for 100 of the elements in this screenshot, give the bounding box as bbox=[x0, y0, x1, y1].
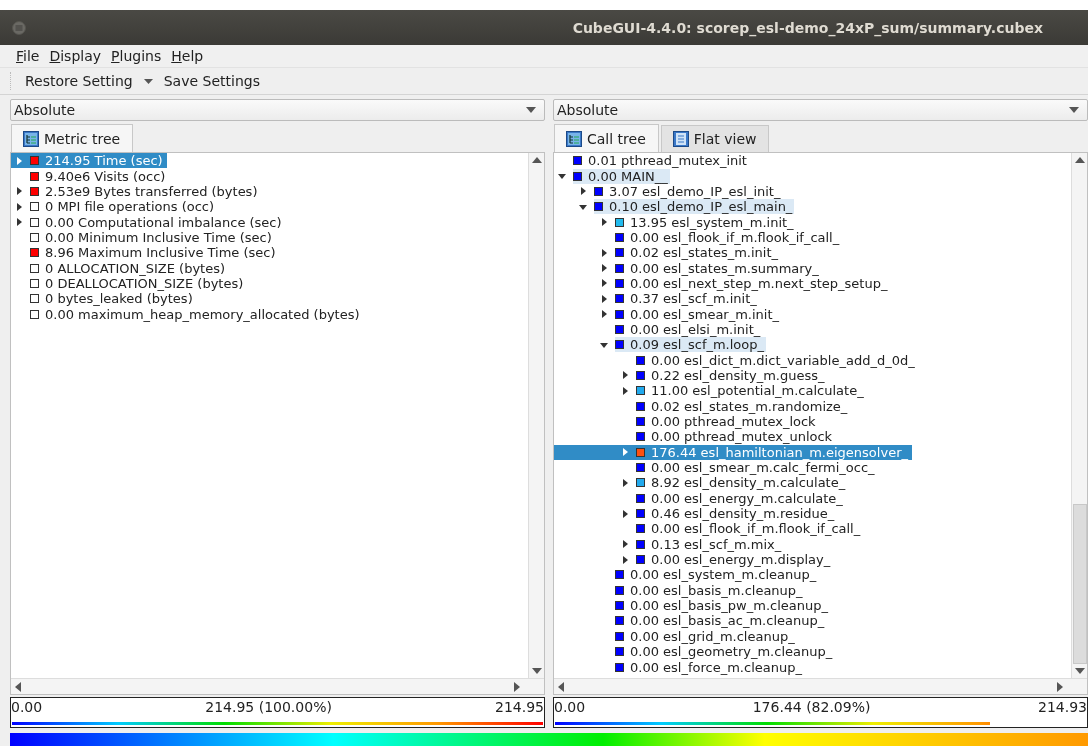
tree-row[interactable]: 0.00 Minimum Inclusive Time (sec) bbox=[11, 229, 276, 246]
scroll-up-icon[interactable] bbox=[531, 157, 542, 163]
scroll-down-icon[interactable] bbox=[1074, 668, 1085, 674]
tree-row[interactable]: 0.00 esl_energy_m.calculate_ bbox=[554, 490, 847, 506]
tree-label: 0.13 esl_scf_m.mix_ bbox=[651, 536, 782, 552]
expand-arrow-icon[interactable] bbox=[620, 385, 630, 396]
mode-dropdown[interactable]: Absolute bbox=[553, 99, 1088, 121]
horizontal-scrollbar[interactable] bbox=[11, 678, 544, 694]
tree-row[interactable]: 0 ALLOCATION_SIZE (bytes) bbox=[11, 260, 230, 276]
menu-item[interactable]: Display bbox=[49, 48, 102, 64]
tree-label: 0 bytes_leaked (bytes) bbox=[45, 291, 193, 307]
dropdown-arrow-icon[interactable] bbox=[526, 107, 536, 113]
save-settings-button[interactable]: Save Settings bbox=[160, 71, 263, 91]
tab[interactable]: Call tree bbox=[554, 124, 659, 152]
horizontal-scrollbar[interactable] bbox=[554, 678, 1087, 694]
tree-row[interactable]: 0.00 esl_force_m.cleanup_ bbox=[554, 659, 806, 675]
dropdown-arrow-icon[interactable] bbox=[1069, 107, 1079, 113]
expand-arrow-icon[interactable] bbox=[620, 539, 630, 550]
tree-label: 0.00 esl_smear_m.init_ bbox=[630, 306, 780, 322]
tree-row[interactable]: 0 MPI file operations (occ) bbox=[11, 199, 219, 215]
tree-row[interactable]: 0.00 esl_flook_if_m.flook_if_call_ bbox=[554, 521, 865, 537]
tree-row[interactable]: 0.00 esl_elsi_m.init_ bbox=[554, 321, 765, 338]
tab[interactable]: Flat view bbox=[660, 125, 770, 152]
scroll-up-icon[interactable] bbox=[1074, 157, 1085, 163]
tree-row[interactable]: 0.00 esl_flook_if_m.flook_if_call_ bbox=[554, 229, 844, 246]
tree-label: 3.07 esl_demo_IP_esl_init_ bbox=[609, 183, 781, 199]
tree-row[interactable]: 0.00 esl_geometry_m.cleanup_ bbox=[554, 644, 837, 660]
tree-row[interactable]: 0.13 esl_scf_m.mix_ bbox=[554, 536, 786, 552]
expand-arrow-icon[interactable] bbox=[599, 309, 609, 320]
menu-item[interactable]: Plugins bbox=[111, 48, 162, 64]
expand-arrow-icon[interactable] bbox=[620, 370, 630, 381]
tree-row[interactable]: 0.46 esl_density_m.residue_ bbox=[554, 505, 839, 522]
max-value: 214.93 bbox=[1038, 699, 1087, 715]
expand-arrow-icon[interactable] bbox=[14, 186, 24, 197]
tab[interactable]: Metric tree bbox=[11, 124, 134, 152]
tree-row[interactable]: 0.22 esl_density_m.guess_ bbox=[554, 367, 829, 384]
tree-row[interactable]: 0.00 esl_smear_m.calc_fermi_occ_ bbox=[554, 459, 879, 476]
vertical-scrollbar[interactable] bbox=[1071, 153, 1087, 678]
expand-arrow-icon[interactable] bbox=[578, 186, 588, 197]
scroll-right-icon[interactable] bbox=[1057, 681, 1063, 692]
tree-label: 0.00 pthread_mutex_lock bbox=[651, 414, 816, 429]
tree-row[interactable]: 0.00 esl_basis_m.cleanup_ bbox=[554, 582, 807, 598]
tree-row[interactable]: 0.00 esl_basis_ac_m.cleanup_ bbox=[554, 613, 829, 629]
expand-arrow-icon[interactable] bbox=[14, 217, 24, 228]
tree-label: 2.53e9 Bytes transferred (bytes) bbox=[45, 183, 258, 199]
tree-row[interactable]: 0.00 esl_basis_pw_m.cleanup_ bbox=[554, 597, 832, 614]
tree-row[interactable]: 0.01 pthread_mutex_init bbox=[554, 153, 751, 169]
tree-label: 0.00 esl_force_m.cleanup_ bbox=[630, 659, 802, 675]
tree-row[interactable]: 214.95 Time (sec) bbox=[11, 153, 167, 169]
caret-icon[interactable] bbox=[143, 78, 153, 84]
expand-arrow-icon[interactable] bbox=[620, 554, 630, 565]
expand-arrow-icon[interactable] bbox=[620, 508, 630, 519]
tree-row[interactable]: 0.00 esl_energy_m.display_ bbox=[554, 551, 835, 568]
tree-row[interactable]: 2.53e9 Bytes transferred (bytes) bbox=[11, 183, 262, 200]
vertical-scrollbar[interactable] bbox=[528, 153, 544, 678]
menu-item[interactable]: Help bbox=[171, 48, 204, 64]
tree-row[interactable]: 0.02 esl_states_m.init_ bbox=[554, 245, 783, 261]
expand-arrow-icon[interactable] bbox=[599, 263, 609, 274]
expand-arrow-icon[interactable] bbox=[599, 293, 609, 304]
scroll-right-icon[interactable] bbox=[514, 681, 520, 692]
tree-row[interactable]: 0.00 esl_next_step_m.next_step_setup_ bbox=[554, 275, 892, 292]
tree-row[interactable]: 11.00 esl_potential_m.calculate_ bbox=[554, 383, 868, 399]
tree-label: 0 MPI file operations (occ) bbox=[45, 199, 215, 215]
menu-item[interactable]: File bbox=[16, 48, 40, 64]
scroll-left-icon[interactable] bbox=[15, 681, 21, 692]
tree-view-icon bbox=[566, 130, 582, 147]
expand-arrow-icon[interactable] bbox=[599, 217, 609, 228]
tree-row[interactable]: 0.37 esl_scf_m.init_ bbox=[554, 291, 761, 307]
tree-row[interactable]: 0 bytes_leaked (bytes) bbox=[11, 291, 197, 307]
collapse-arrow-icon[interactable] bbox=[557, 171, 567, 181]
tree-row[interactable]: 0.00 esl_system_m.cleanup_ bbox=[554, 567, 821, 583]
tree-row[interactable]: 176.44 esl_hamiltonian_m.eigensolver_ bbox=[554, 444, 912, 460]
expand-arrow-icon[interactable] bbox=[599, 278, 609, 289]
tree-label: 0 DEALLOCATION_SIZE (bytes) bbox=[45, 275, 244, 291]
tree-row[interactable]: 0.00 esl_grid_m.cleanup_ bbox=[554, 628, 799, 644]
tree-row[interactable]: 0.00 pthread_mutex_unlock bbox=[554, 429, 837, 445]
tree-row[interactable]: 8.92 esl_density_m.calculate_ bbox=[554, 475, 850, 491]
expand-arrow-icon[interactable] bbox=[14, 201, 24, 212]
tree-row[interactable]: 3.07 esl_demo_IP_esl_init_ bbox=[554, 183, 785, 200]
tree-label: 0.10 esl_demo_IP_esl_main_ bbox=[609, 199, 793, 215]
tree-row[interactable]: 0.00 esl_dict_m.dict_variable_add_d_0d_ bbox=[554, 352, 919, 368]
scroll-down-icon[interactable] bbox=[531, 668, 542, 674]
scroll-thumb[interactable] bbox=[1072, 504, 1087, 664]
tree-label: 0.00 esl_flook_if_m.flook_if_call_ bbox=[630, 229, 840, 245]
scroll-left-icon[interactable] bbox=[558, 681, 564, 692]
expand-arrow-icon[interactable] bbox=[599, 247, 609, 258]
tree-row[interactable]: 13.95 esl_system_m.init_ bbox=[554, 214, 798, 230]
tree-row[interactable]: 9.40e6 Visits (occ) bbox=[11, 168, 170, 184]
tree-label: 0.00 esl_geometry_m.cleanup_ bbox=[630, 644, 833, 660]
tree-label: 0.02 esl_states_m.randomize_ bbox=[651, 398, 848, 414]
min-value: 0.00 bbox=[11, 699, 43, 715]
tree-row[interactable]: 0.00 esl_smear_m.init_ bbox=[554, 306, 784, 322]
mode-dropdown[interactable]: Absolute bbox=[10, 99, 545, 121]
tree-row[interactable]: 0.02 esl_states_m.randomize_ bbox=[554, 398, 852, 414]
restore-setting-button[interactable]: Restore Setting bbox=[22, 71, 136, 91]
tree-row[interactable]: 0.00 esl_states_m.summary_ bbox=[554, 260, 823, 276]
tree-label: 0.37 esl_scf_m.init_ bbox=[630, 291, 757, 307]
expand-arrow-icon[interactable] bbox=[620, 477, 630, 488]
tree-row[interactable]: 0 DEALLOCATION_SIZE (bytes) bbox=[11, 275, 248, 292]
tree-row[interactable]: 0.00 pthread_mutex_lock bbox=[554, 413, 820, 430]
